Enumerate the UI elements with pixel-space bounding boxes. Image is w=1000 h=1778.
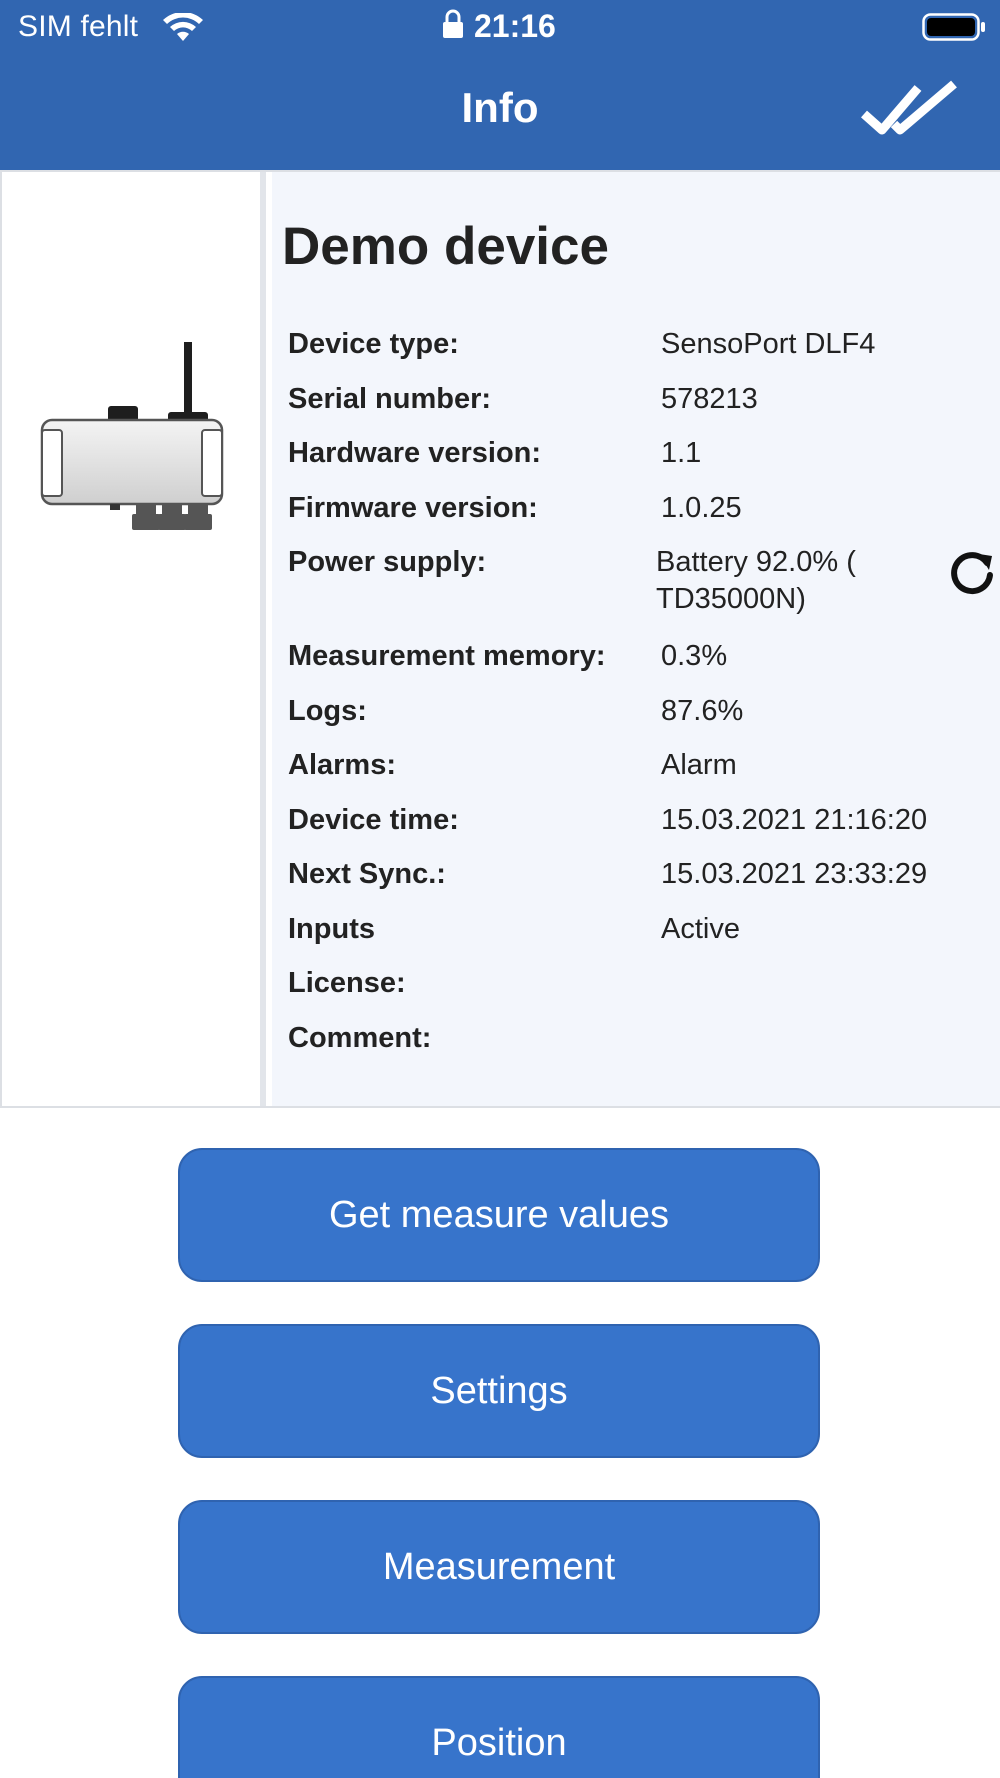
- info-label: Comment:: [288, 1022, 432, 1054]
- info-label: Device time:: [288, 804, 459, 836]
- info-label: Power supply:: [288, 546, 487, 578]
- info-label: Next Sync.:: [288, 858, 446, 890]
- measurement-button[interactable]: Measurement: [178, 1500, 820, 1634]
- info-label: Measurement memory:: [288, 640, 606, 672]
- info-value: Battery 92.0% ( TD35000N): [656, 546, 856, 615]
- get-measure-values-button[interactable]: Get measure values: [178, 1148, 820, 1282]
- settings-button[interactable]: Settings: [178, 1324, 820, 1458]
- info-label: Serial number:: [288, 383, 492, 415]
- device-image: [40, 342, 224, 530]
- device-image-column: [2, 172, 266, 1106]
- info-label: Inputs: [288, 913, 375, 945]
- carrier-label: SIM fehlt: [18, 10, 139, 43]
- battery-icon: [922, 13, 985, 41]
- position-button[interactable]: Position: [178, 1676, 820, 1778]
- wifi-icon: [163, 13, 203, 41]
- info-label: Firmware version:: [288, 492, 538, 524]
- lock-icon: [443, 9, 463, 38]
- info-label: Logs:: [288, 695, 367, 727]
- info-label: License:: [288, 967, 406, 999]
- info-value: 15.03.2021 23:33:29: [661, 858, 928, 890]
- top-bar: SIM fehlt 21:16 Info: [0, 0, 1000, 170]
- device-title: Demo device: [282, 217, 609, 276]
- info-value: 15.03.2021 21:16:20: [661, 804, 928, 836]
- info-label: Hardware version:: [288, 437, 542, 469]
- info-value: 1.0.25: [661, 492, 742, 524]
- info-label: Device type:: [288, 328, 459, 360]
- info-value: 1.1: [661, 437, 702, 469]
- info-value: Active: [661, 913, 740, 945]
- device-info-panel: Demo device Device type: SensoPort DLF4 …: [0, 170, 1000, 1108]
- info-value: 578213: [661, 383, 758, 415]
- info-value: SensoPort DLF4: [661, 328, 876, 360]
- nav-title: Info: [461, 84, 539, 131]
- status-bar: SIM fehlt 21:16: [0, 0, 1000, 56]
- info-value: 0.3%: [661, 640, 728, 672]
- info-row-power-supply: Power supply: Battery 92.0% ( TD35000N): [288, 544, 993, 624]
- double-check-icon[interactable]: [860, 80, 960, 140]
- refresh-icon[interactable]: [946, 546, 998, 598]
- info-label: Alarms:: [288, 749, 396, 781]
- info-value: Alarm: [661, 749, 737, 781]
- info-value: 87.6%: [661, 695, 744, 727]
- status-time: 21:16: [474, 8, 556, 44]
- device-info-column: Demo device Device type: SensoPort DLF4 …: [272, 172, 1000, 1106]
